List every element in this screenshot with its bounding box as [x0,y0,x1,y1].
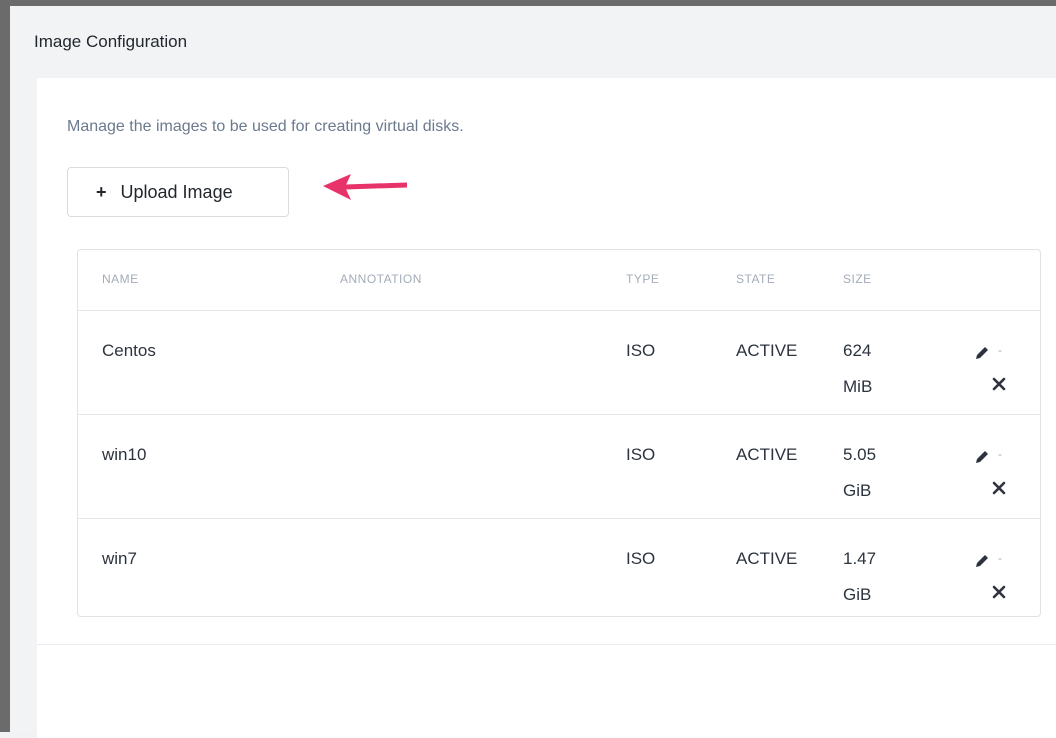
panel-description: Manage the images to be used for creatin… [67,118,464,135]
upload-image-button[interactable]: + Upload Image [67,167,289,217]
images-table: NAME ANNOTATION TYPE STATE SIZE Centos I… [77,249,1041,617]
image-name: win7 [102,549,137,568]
column-header-annotation[interactable]: ANNOTATION [340,272,422,286]
image-size: 1.47 GiB [843,549,877,604]
separator-dot: - [998,551,1002,565]
pencil-icon[interactable] [973,448,991,466]
table-row[interactable]: win10 ISO ACTIVE 5.05 GiB - [78,415,1040,519]
image-name: Centos [102,341,156,360]
separator-dot: - [998,447,1002,461]
pencil-icon[interactable] [973,552,991,570]
plus-icon: + [96,182,107,202]
image-name: win10 [102,445,147,464]
panel-divider [37,644,1056,645]
upload-image-label: Upload Image [120,181,233,202]
pencil-icon[interactable] [973,344,991,362]
table-row[interactable]: Centos ISO ACTIVE 624 MiB - [78,311,1040,415]
close-icon[interactable] [992,377,1006,391]
close-icon[interactable] [992,481,1006,495]
image-size: 624 MiB [843,341,873,396]
image-type: ISO [626,549,656,568]
column-header-state[interactable]: STATE [736,272,775,286]
table-row[interactable]: win7 ISO ACTIVE 1.47 GiB - [78,519,1040,622]
image-type: ISO [626,445,656,464]
image-state: ACTIVE [736,445,798,464]
column-header-type[interactable]: TYPE [626,272,659,286]
separator-dot: - [998,343,1002,357]
callout-arrow-icon [323,174,407,200]
image-state: ACTIVE [736,549,798,568]
image-config-panel: Manage the images to be used for creatin… [37,78,1056,738]
close-icon[interactable] [992,585,1006,599]
column-header-size[interactable]: SIZE [843,272,872,286]
image-state: ACTIVE [736,341,798,360]
image-type: ISO [626,341,656,360]
window-title: Image Configuration [34,32,188,51]
table-header: NAME ANNOTATION TYPE STATE SIZE [78,250,1040,311]
window-frame: Image Configuration Manage the images to… [0,0,1056,738]
image-size: 5.05 GiB [843,445,877,500]
column-header-name[interactable]: NAME [102,272,139,286]
